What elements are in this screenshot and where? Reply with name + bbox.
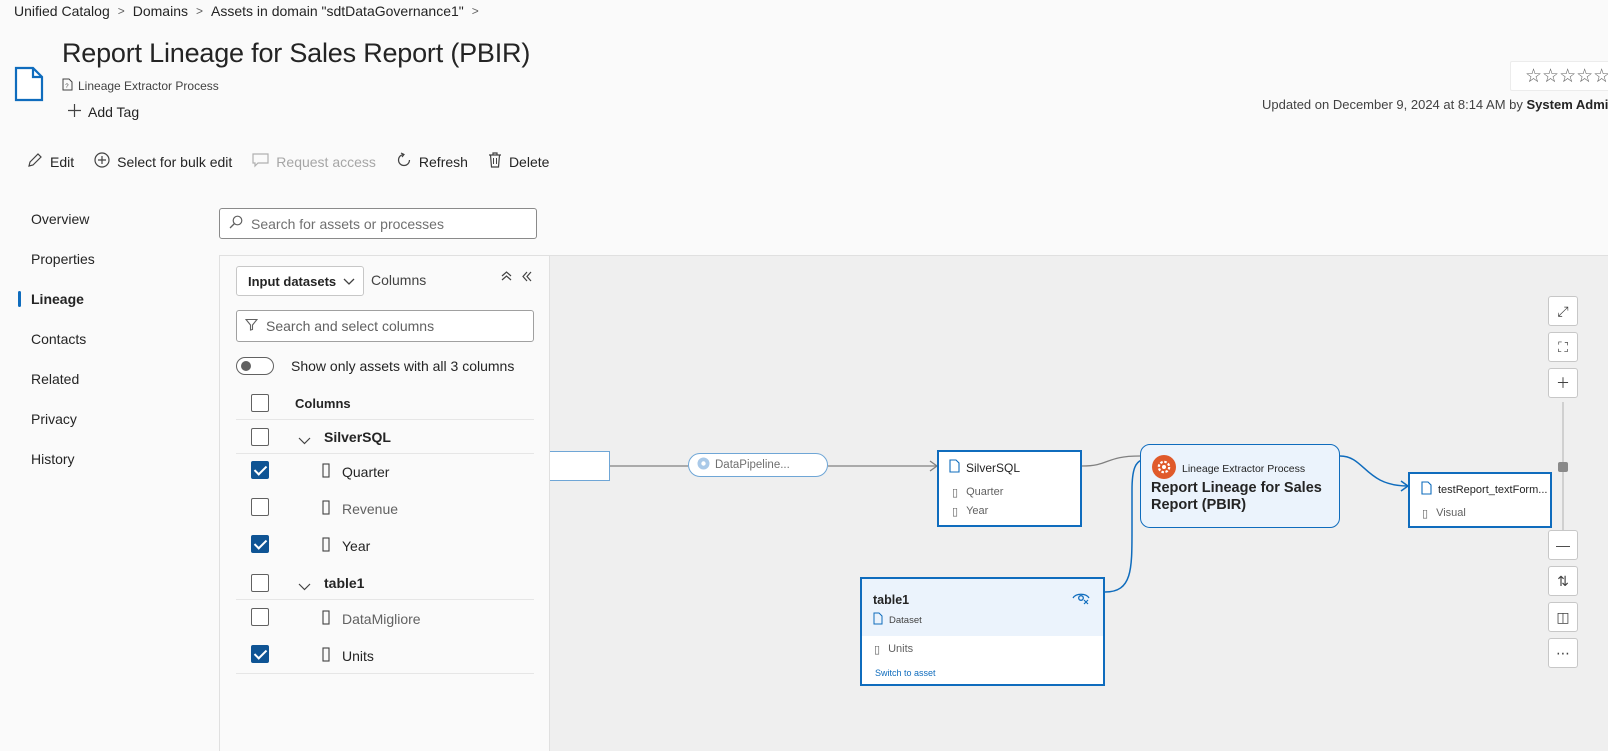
show-all-columns-toggle[interactable] — [236, 357, 274, 375]
column-row[interactable]: Revenue — [236, 491, 534, 527]
column-name: Visual — [1436, 507, 1466, 519]
show-all-columns-toggle-row: Show only assets with all 3 columns — [236, 357, 514, 375]
column-row[interactable]: Quarter — [236, 454, 534, 490]
group-checkbox[interactable] — [251, 428, 269, 446]
gear-icon — [1152, 455, 1176, 482]
panel-icon[interactable]: ◫ — [1548, 602, 1578, 632]
column-icon: ▯ — [874, 644, 881, 656]
column-search-placeholder: Search and select columns — [266, 318, 435, 334]
layout-icon[interactable]: ⇅ — [1548, 566, 1578, 596]
columns-label: Columns — [371, 272, 427, 288]
column-row[interactable]: DataMigliore — [236, 601, 534, 637]
pipeline-icon — [697, 457, 710, 473]
upstream-node[interactable] — [548, 451, 610, 481]
column-icon: ▯ — [952, 487, 959, 499]
pipeline-label: DataPipeline... — [715, 459, 790, 471]
column-icon — [322, 500, 330, 518]
column-item: ▯ Year — [952, 505, 988, 518]
table1-type-label: Dataset — [889, 614, 922, 626]
process-type: Lineage Extractor Process — [1182, 462, 1306, 475]
collapse-all-icon[interactable] — [501, 269, 512, 285]
column-item: ▯ Units — [874, 643, 913, 656]
expand-icon[interactable]: ⤢ — [1548, 296, 1578, 326]
column-name: Year — [966, 505, 989, 517]
output-title: testReport_textForm... — [1438, 483, 1548, 496]
column-icon — [322, 537, 330, 555]
column-name: Year — [342, 538, 371, 554]
select-all-checkbox[interactable] — [251, 394, 269, 412]
output-node[interactable]: testReport_textForm... ▯ Visual — [1408, 472, 1552, 528]
column-row[interactable]: Year — [236, 528, 534, 564]
document-icon — [949, 459, 960, 476]
column-icon — [322, 646, 330, 665]
close-panel-icon[interactable] — [521, 269, 533, 285]
zoom-slider-thumb[interactable] — [1558, 462, 1568, 472]
column-name: DataMigliore — [342, 611, 421, 627]
group-checkbox[interactable] — [251, 574, 269, 592]
chevron-down-icon[interactable] — [298, 578, 311, 594]
document-icon — [873, 612, 883, 628]
document-icon — [1421, 481, 1432, 498]
input-datasets-dropdown[interactable]: Input datasets — [236, 266, 364, 296]
column-item: ▯ Quarter — [952, 486, 1003, 499]
column-name: Units — [888, 643, 914, 655]
column-icon — [322, 610, 330, 628]
silversql-header: SilverSQL — [949, 459, 1020, 476]
column-name: Units — [342, 647, 374, 664]
table1-node[interactable]: table1 Dataset ▯ Units Switch to asset — [860, 577, 1105, 686]
column-checkbox[interactable] — [251, 498, 269, 516]
filter-icon — [244, 318, 259, 334]
silversql-title: SilverSQL — [966, 460, 1021, 475]
column-checkbox[interactable] — [251, 535, 269, 553]
columns-header-row: Columns — [236, 387, 534, 420]
column-checkbox[interactable] — [251, 608, 269, 626]
column-icon — [322, 463, 330, 481]
table1-type: Dataset — [873, 612, 922, 628]
pipeline-node[interactable]: DataPipeline... — [688, 453, 828, 477]
column-name: Quarter — [342, 464, 390, 480]
process-node[interactable]: Lineage Extractor Process Report Lineage… — [1140, 444, 1340, 528]
table1-title: table1 — [873, 593, 910, 607]
column-name: Revenue — [342, 501, 399, 517]
group-row[interactable]: SilverSQL — [236, 421, 534, 454]
output-header: testReport_textForm... — [1421, 481, 1547, 498]
fit-view-icon[interactable]: ⛶ — [1548, 332, 1578, 362]
chevron-down-icon[interactable] — [298, 432, 311, 448]
group-name: table1 — [324, 575, 365, 591]
column-icon: ▯ — [1422, 508, 1429, 520]
column-search-input[interactable]: Search and select columns — [236, 310, 534, 342]
column-checkbox[interactable] — [251, 461, 269, 479]
group-row[interactable]: table1 — [236, 567, 534, 600]
dropdown-value: Input datasets — [248, 273, 337, 289]
panel-actions — [501, 269, 533, 285]
column-row[interactable]: Units — [236, 638, 534, 674]
more-icon[interactable]: ⋯ — [1548, 638, 1578, 668]
toggle-label: Show only assets with all 3 columns — [291, 358, 515, 374]
column-name: Quarter — [966, 486, 1004, 498]
columns-panel: Input datasets Columns Search and select… — [219, 256, 550, 751]
column-icon: ▯ — [952, 506, 959, 518]
columns-header: Columns — [295, 395, 351, 411]
zoom-in-icon[interactable]: ＋ — [1548, 368, 1578, 398]
silversql-node[interactable]: SilverSQL ▯ Quarter ▯ Year — [937, 450, 1082, 527]
hide-eye-icon[interactable] — [1072, 591, 1090, 608]
group-name: SilverSQL — [324, 429, 391, 445]
chevron-down-icon — [343, 274, 355, 289]
process-header: Lineage Extractor Process — [1152, 455, 1305, 482]
zoom-out-icon[interactable]: — — [1548, 530, 1578, 560]
switch-to-asset-link[interactable]: Switch to asset — [875, 668, 936, 678]
column-checkbox[interactable] — [251, 645, 269, 663]
process-title: Report Lineage for Sales Report (PBIR) — [1151, 480, 1322, 513]
column-item: ▯ Visual — [1422, 507, 1466, 520]
